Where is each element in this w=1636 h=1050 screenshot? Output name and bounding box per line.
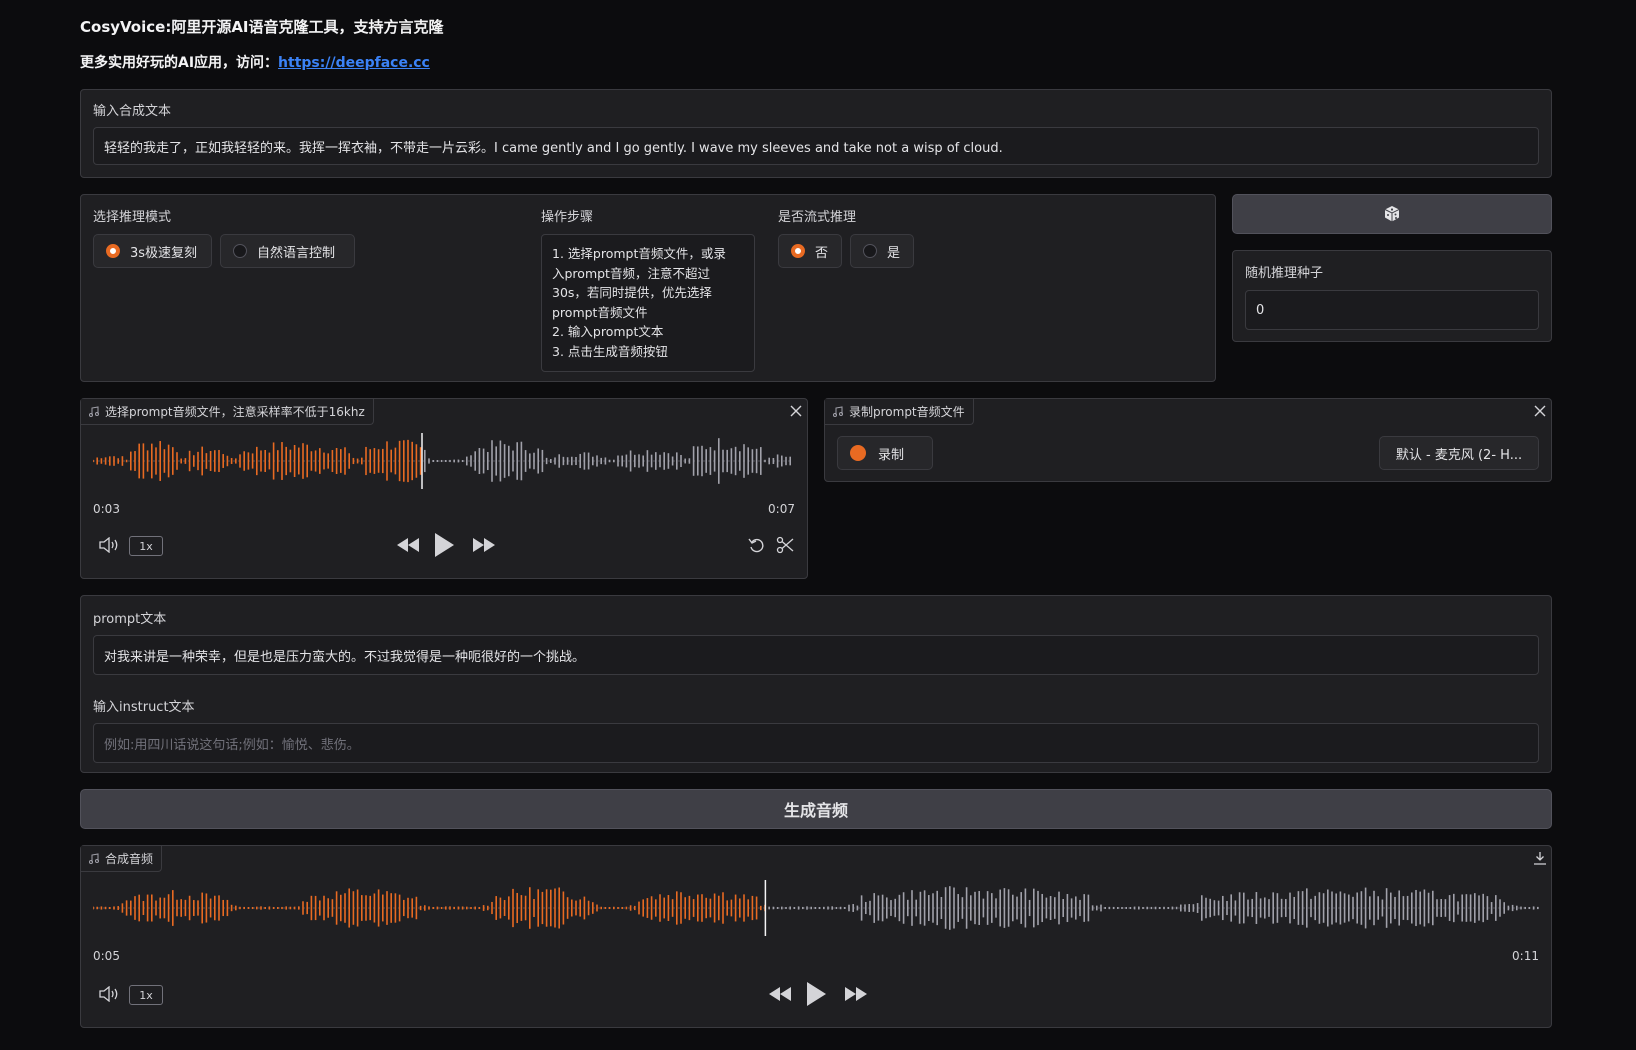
fast-forward-icon (473, 538, 495, 552)
output-rewind-button[interactable] (767, 984, 793, 1004)
output-volume-button[interactable] (97, 984, 121, 1004)
steps-box: 1. 选择prompt音频文件，或录 入prompt音频，注意不超过 30s，若… (541, 234, 755, 372)
instruct-label: 输入instruct文本 (93, 700, 195, 715)
music-note-icon (89, 853, 99, 864)
radio-dot-icon (233, 244, 247, 258)
mode-label: 选择推理模式 (93, 210, 172, 225)
record-panel: 录制prompt音频文件 录制 默认 - 麦克风 (2- H... (824, 398, 1552, 482)
prompt-waveform[interactable] (93, 431, 793, 491)
mode-option-label: 自然语言控制 (257, 245, 336, 261)
steps-line: 入prompt音频，注意不超过 (552, 265, 710, 281)
seed-label: 随机推理种子 (1245, 266, 1324, 281)
instruct-input[interactable]: 例如:用四川话说这句话;例如：愉悦、悲伤。 (93, 723, 1539, 763)
clear-prompt-audio-button[interactable] (787, 402, 805, 420)
output-current-time: 0:05 (93, 949, 120, 963)
microphone-select[interactable]: 默认 - 麦克风 (2- H... (1379, 436, 1539, 470)
volume-icon (99, 537, 118, 553)
prompt-text-label: prompt文本 (93, 612, 167, 627)
radio-dot-icon (106, 244, 120, 258)
record-button-label: 录制 (878, 447, 905, 463)
record-button[interactable]: 录制 (837, 436, 933, 470)
tts-text-input[interactable]: 轻轻的我走了，正如我轻轻的来。我挥一挥衣袖，不带走一片云彩。I came gen… (93, 127, 1539, 165)
play-icon (435, 533, 454, 557)
close-icon (1534, 405, 1546, 417)
download-button[interactable] (1531, 849, 1549, 867)
steps-line: prompt音频文件 (552, 304, 648, 320)
fast-forward-icon (845, 987, 867, 1001)
steps-line: 30s，若同时提供，优先选择 (552, 285, 712, 300)
seed-panel: 随机推理种子 0 (1232, 250, 1552, 342)
prompt-duration: 0:07 (768, 502, 795, 516)
prompt-audio-tag: 选择prompt音频文件，注意采样率不低于16khz (81, 399, 374, 425)
page-title: CosyVoice:阿里开源AI语音克隆工具，支持方言克隆 (80, 18, 444, 36)
output-duration: 0:11 (1512, 949, 1539, 963)
radio-dot-icon (863, 244, 877, 258)
download-icon (1534, 852, 1546, 865)
volume-icon (99, 986, 118, 1002)
record-label: 录制prompt音频文件 (849, 405, 965, 419)
prompt-play-button[interactable] (431, 531, 457, 559)
record-dot-icon (850, 445, 866, 461)
record-tag: 录制prompt音频文件 (825, 399, 974, 425)
music-note-icon (833, 406, 843, 417)
page-subtitle: 更多实用好玩的AI应用，访问：https://deepface.cc (80, 52, 430, 72)
rewind-icon (769, 987, 791, 1001)
tts-text-label: 输入合成文本 (93, 104, 172, 119)
steps-line: 3. 点击生成音频按钮 (552, 343, 668, 359)
prompt-text-panel: prompt文本 对我来讲是一种荣幸，但是也是压力蛮大的。不过我觉得是一种呃很好… (80, 595, 1552, 773)
stream-option-no[interactable]: 否 (778, 234, 842, 268)
output-waveform[interactable] (93, 878, 1539, 938)
clear-record-button[interactable] (1531, 402, 1549, 420)
options-panel: 选择推理模式 3s极速复刻 自然语言控制 操作步骤 1. 选择prompt音频文… (80, 194, 1216, 382)
subtitle-prefix: 更多实用好玩的AI应用，访问： (80, 55, 279, 71)
output-audio-tag: 合成音频 (81, 846, 163, 872)
microphone-select-label: 默认 - 麦克风 (2- H... (1395, 447, 1523, 463)
steps-label: 操作步骤 (541, 210, 594, 225)
prompt-forward-button[interactable] (471, 535, 497, 555)
generate-audio-button[interactable]: 生成音频 (80, 789, 1552, 829)
stream-label: 是否流式推理 (778, 210, 857, 225)
prompt-speed-button[interactable]: 1x (129, 536, 163, 556)
output-forward-button[interactable] (843, 984, 869, 1004)
prompt-text-input[interactable]: 对我来讲是一种荣幸，但是也是压力蛮大的。不过我觉得是一种呃很好的一个挑战。 (93, 635, 1539, 675)
play-icon (807, 982, 826, 1006)
steps-line: 1. 选择prompt音频文件，或录 (552, 246, 726, 261)
prompt-rewind-button[interactable] (395, 535, 421, 555)
prompt-current-time: 0:03 (93, 502, 120, 516)
prompt-undo-button[interactable] (747, 535, 767, 555)
stream-option-yes[interactable]: 是 (850, 234, 914, 268)
random-seed-button[interactable] (1232, 194, 1552, 234)
tts-text-panel: 输入合成文本 轻轻的我走了，正如我轻轻的来。我挥一挥衣袖，不带走一片云彩。I c… (80, 89, 1552, 178)
dice-icon (1384, 206, 1400, 222)
prompt-audio-label: 选择prompt音频文件，注意采样率不低于16khz (105, 405, 365, 419)
stream-option-label: 是 (887, 245, 901, 261)
scissors-icon (776, 536, 794, 554)
stream-option-label: 否 (815, 245, 829, 261)
prompt-trim-button[interactable] (775, 535, 795, 555)
steps-line: 2. 输入prompt文本 (552, 324, 664, 339)
mode-option-3s[interactable]: 3s极速复刻 (93, 234, 212, 268)
mode-option-label: 3s极速复刻 (130, 245, 198, 261)
deepface-link[interactable]: https://deepface.cc (278, 55, 430, 71)
output-audio-panel: 合成音频 0:05 0:11 1x (80, 845, 1552, 1028)
output-audio-label: 合成音频 (105, 852, 154, 866)
undo-icon (748, 538, 764, 553)
output-play-button[interactable] (803, 980, 829, 1008)
generate-audio-label: 生成音频 (783, 801, 848, 820)
output-speed-button[interactable]: 1x (129, 985, 163, 1005)
seed-input[interactable]: 0 (1245, 290, 1539, 330)
close-icon (790, 405, 802, 417)
rewind-icon (397, 538, 419, 552)
mode-option-instruct[interactable]: 自然语言控制 (220, 234, 355, 268)
prompt-audio-panel: 选择prompt音频文件，注意采样率不低于16khz 0:03 0:07 1x (80, 398, 808, 579)
prompt-volume-button[interactable] (97, 535, 121, 555)
radio-dot-icon (791, 244, 805, 258)
music-note-icon (89, 406, 99, 417)
